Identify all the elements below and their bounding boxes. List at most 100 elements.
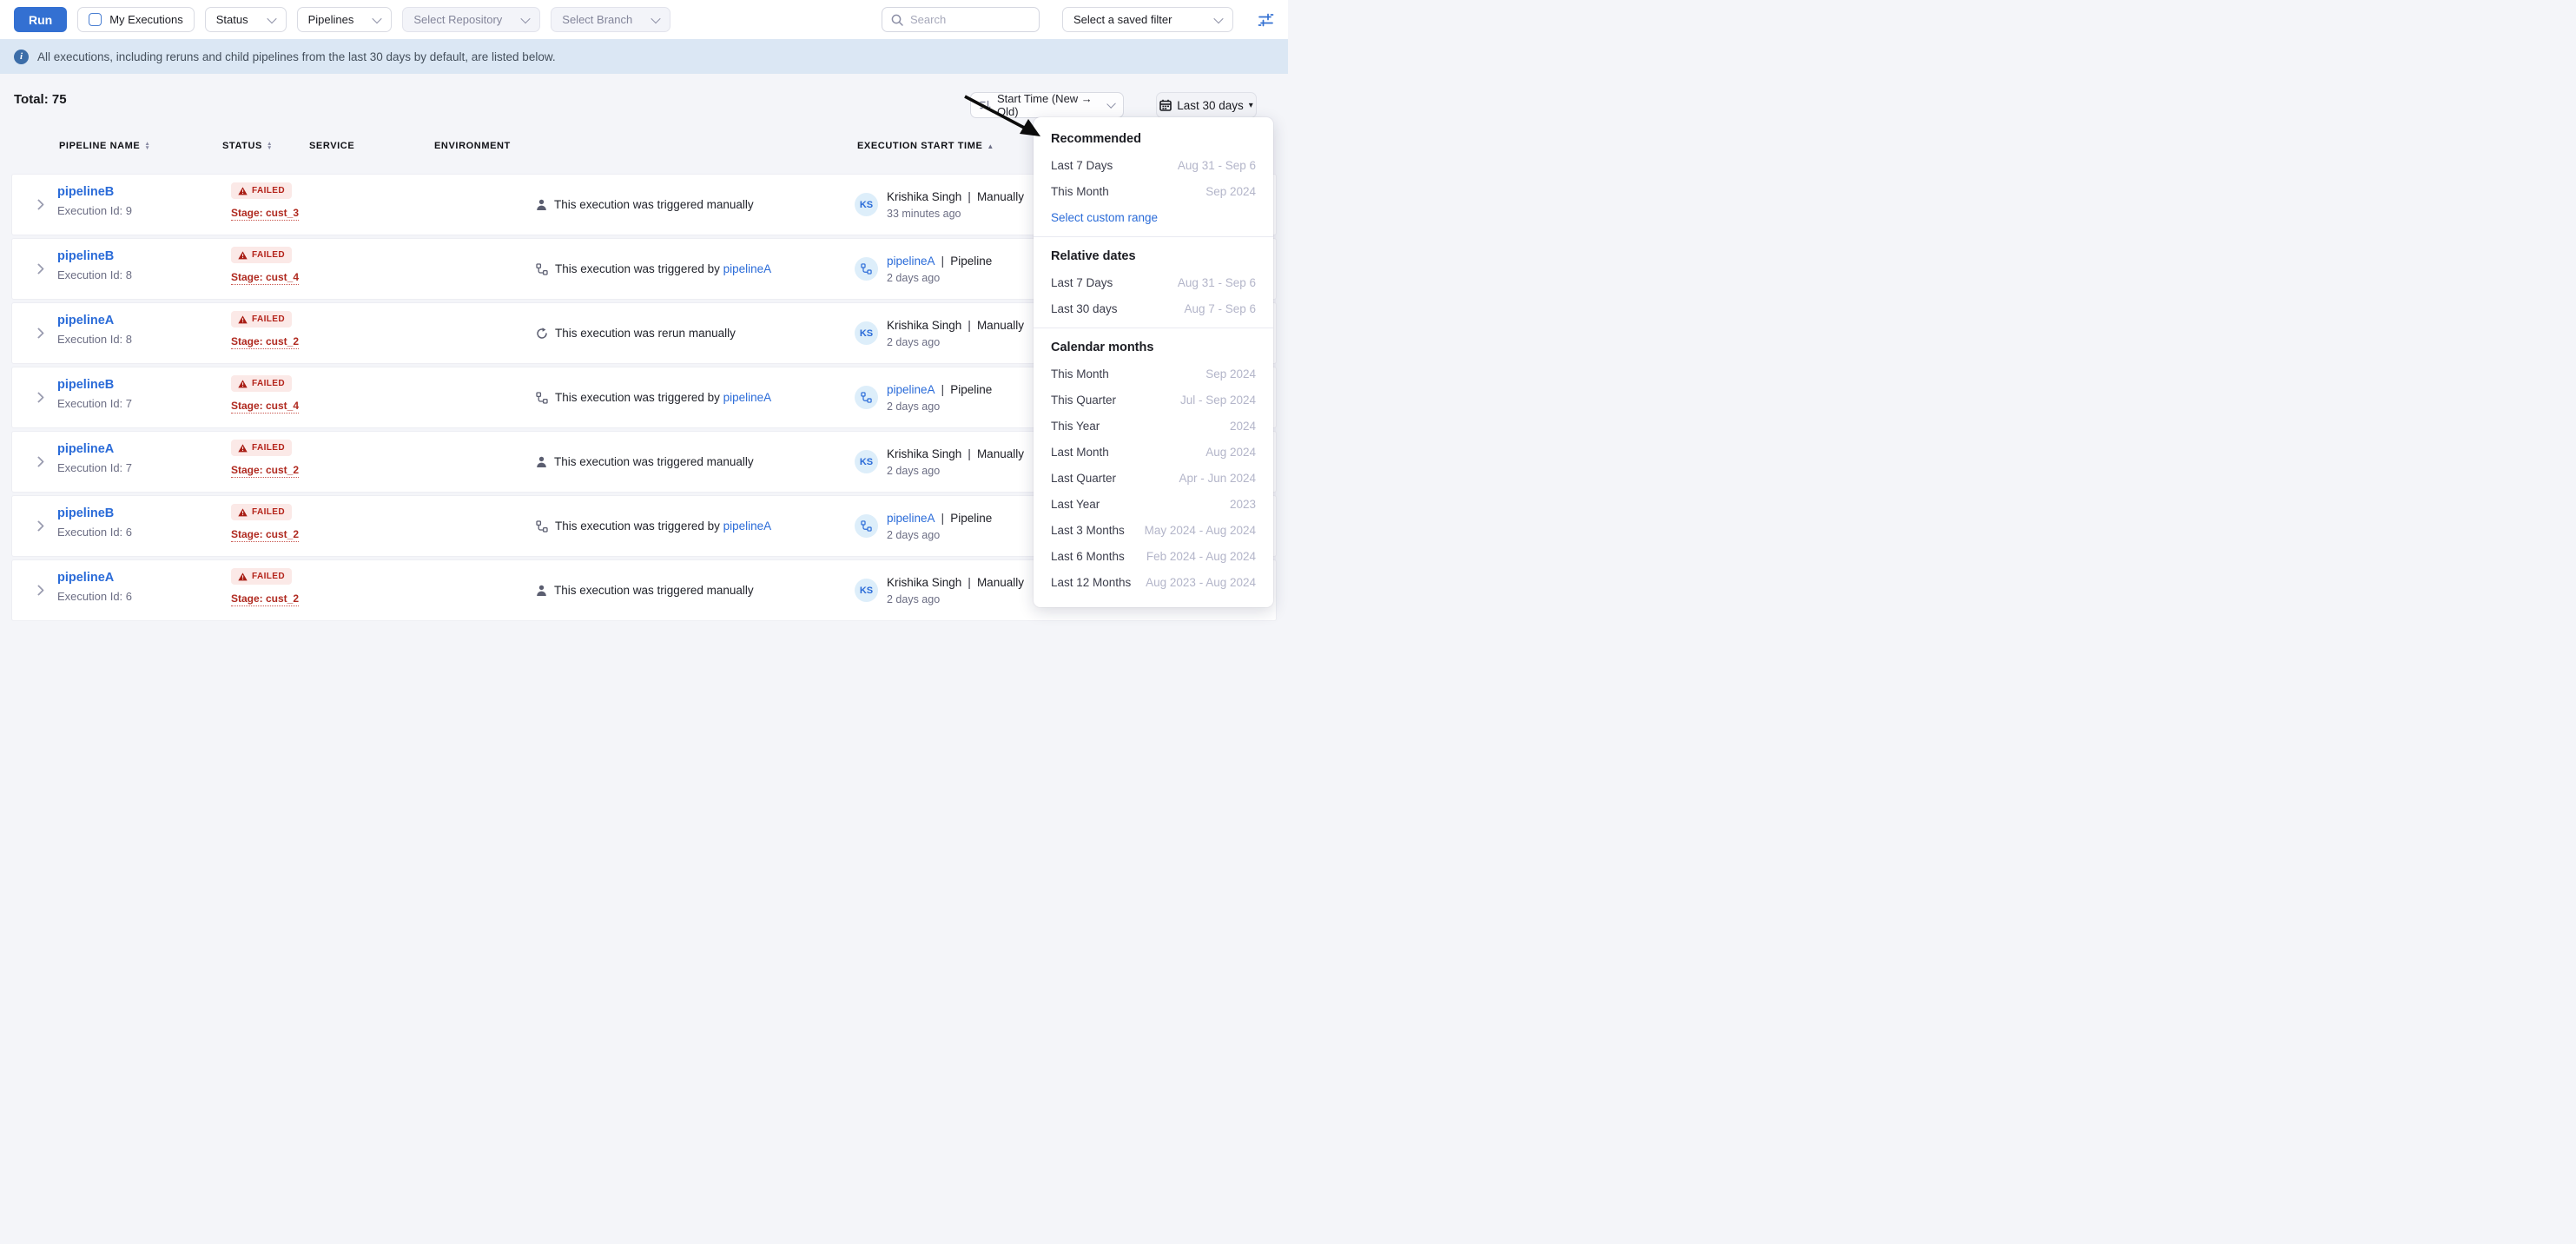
avatar[interactable]: KS bbox=[855, 579, 878, 602]
starter-mode: Manually bbox=[977, 576, 1024, 589]
column-execution-start-time[interactable]: EXECUTION START TIME ▲ bbox=[857, 141, 994, 151]
pipelines-select[interactable]: Pipelines bbox=[297, 7, 393, 32]
stage-link[interactable]: Stage: cust_2 bbox=[231, 528, 299, 542]
date-menu-item[interactable]: This Month Sep 2024 bbox=[1034, 178, 1273, 204]
expand-chevron-icon[interactable] bbox=[33, 392, 44, 403]
person-icon bbox=[536, 199, 547, 211]
pipeline-name-link[interactable]: pipelineB bbox=[57, 506, 114, 520]
date-menu-item-label: This Year bbox=[1051, 420, 1100, 433]
stage-link[interactable]: Stage: cust_4 bbox=[231, 400, 299, 414]
sort-ascending-icon[interactable]: ▲ bbox=[987, 142, 994, 150]
starter-name: pipelineA bbox=[887, 255, 935, 268]
pipeline-avatar-icon bbox=[861, 392, 872, 403]
expand-chevron-icon[interactable] bbox=[33, 263, 44, 275]
execution-time: 2 days ago bbox=[887, 336, 1024, 348]
starter-info: Krishika Singh|Manually bbox=[887, 318, 1024, 332]
starter-info: pipelineA|Pipeline bbox=[887, 382, 992, 396]
stage-link[interactable]: Stage: cust_4 bbox=[231, 271, 299, 285]
pipeline-avatar-icon bbox=[861, 263, 872, 275]
date-menu-item[interactable]: This Month Sep 2024 bbox=[1034, 361, 1273, 387]
avatar[interactable]: KS bbox=[855, 450, 878, 473]
date-menu-item-label: Select custom range bbox=[1051, 211, 1158, 224]
date-menu-item[interactable]: Last Month Aug 2024 bbox=[1034, 439, 1273, 465]
my-executions-checkbox[interactable] bbox=[89, 13, 102, 26]
repository-select[interactable]: Select Repository bbox=[402, 7, 540, 32]
trigger-pipeline-link[interactable]: pipelineA bbox=[723, 391, 772, 404]
date-menu-item[interactable]: Last Year 2023 bbox=[1034, 491, 1273, 517]
chevron-down-icon bbox=[1106, 99, 1116, 109]
pipeline-name-link[interactable]: pipelineB bbox=[57, 249, 114, 263]
warning-icon bbox=[238, 187, 248, 195]
pipeline-trigger-icon bbox=[536, 392, 548, 404]
date-menu-item-label: Last 7 Days bbox=[1051, 159, 1113, 172]
expand-chevron-icon[interactable] bbox=[33, 520, 44, 532]
column-sort-icon[interactable]: ▲▼ bbox=[267, 142, 273, 150]
status-badge: FAILED bbox=[231, 375, 292, 392]
pipeline-name-link[interactable]: pipelineA bbox=[57, 442, 114, 456]
date-menu-item-range: Aug 2023 - Aug 2024 bbox=[1146, 576, 1256, 589]
search-input[interactable] bbox=[910, 13, 1014, 26]
stage-link[interactable]: Stage: cust_2 bbox=[231, 592, 299, 606]
saved-filter-label: Select a saved filter bbox=[1073, 13, 1172, 26]
filter-settings-icon[interactable] bbox=[1258, 12, 1274, 28]
repository-select-label: Select Repository bbox=[413, 13, 502, 26]
trigger-text: This execution was rerun manually bbox=[555, 327, 736, 340]
column-sort-icon[interactable]: ▲▼ bbox=[144, 142, 150, 150]
pipeline-name-link[interactable]: pipelineB bbox=[57, 378, 114, 392]
starter-info: pipelineA|Pipeline bbox=[887, 511, 992, 525]
date-menu-item-label: Last 3 Months bbox=[1051, 524, 1125, 537]
expand-chevron-icon[interactable] bbox=[33, 585, 44, 596]
avatar[interactable] bbox=[855, 386, 878, 409]
chevron-down-icon bbox=[651, 13, 661, 23]
date-menu-item[interactable]: This Year 2024 bbox=[1034, 413, 1273, 439]
expand-chevron-icon[interactable] bbox=[33, 328, 44, 339]
avatar[interactable] bbox=[855, 257, 878, 281]
avatar[interactable]: KS bbox=[855, 321, 878, 345]
date-menu-item-range: Aug 31 - Sep 6 bbox=[1178, 276, 1256, 289]
date-menu-item[interactable]: Last 7 Days Aug 31 - Sep 6 bbox=[1034, 269, 1273, 295]
execution-time: 2 days ago bbox=[887, 529, 992, 541]
pipeline-name-link[interactable]: pipelineA bbox=[57, 314, 114, 328]
date-menu-item-label: This Month bbox=[1051, 367, 1109, 380]
sort-select[interactable]: Start Time (New → Old) bbox=[970, 92, 1124, 118]
date-menu-item[interactable]: Last 30 days Aug 7 - Sep 6 bbox=[1034, 295, 1273, 321]
stage-link[interactable]: Stage: cust_3 bbox=[231, 207, 299, 221]
warning-icon bbox=[238, 444, 248, 453]
date-menu-item[interactable]: Last 3 Months May 2024 - Aug 2024 bbox=[1034, 517, 1273, 543]
date-menu-item[interactable]: Last 7 Days Aug 31 - Sep 6 bbox=[1034, 152, 1273, 178]
expand-chevron-icon[interactable] bbox=[33, 456, 44, 467]
chevron-down-icon bbox=[521, 13, 531, 23]
date-menu-item[interactable]: Select custom range bbox=[1034, 204, 1273, 230]
branch-select[interactable]: Select Branch bbox=[551, 7, 670, 32]
trigger-pipeline-link[interactable]: pipelineA bbox=[723, 519, 772, 533]
expand-chevron-icon[interactable] bbox=[33, 199, 44, 210]
stage-link[interactable]: Stage: cust_2 bbox=[231, 464, 299, 478]
trigger-pipeline-link[interactable]: pipelineA bbox=[723, 262, 772, 275]
execution-time: 2 days ago bbox=[887, 400, 992, 413]
search-box[interactable] bbox=[882, 7, 1040, 32]
pipeline-trigger-icon bbox=[536, 263, 548, 275]
date-menu-item[interactable]: Last Quarter Apr - Jun 2024 bbox=[1034, 465, 1273, 491]
date-range-button[interactable]: Last 30 days ▾ bbox=[1156, 92, 1257, 118]
pipeline-name-link[interactable]: pipelineB bbox=[57, 185, 114, 199]
date-menu-item-label: Last 30 days bbox=[1051, 302, 1118, 315]
date-menu-section-header: Relative dates bbox=[1034, 243, 1273, 269]
date-menu-item-range: Apr - Jun 2024 bbox=[1179, 472, 1256, 485]
run-button[interactable]: Run bbox=[14, 7, 67, 32]
date-menu-item[interactable]: This Quarter Jul - Sep 2024 bbox=[1034, 387, 1273, 413]
date-menu-item[interactable]: Last 12 Months Aug 2023 - Aug 2024 bbox=[1034, 569, 1273, 595]
avatar[interactable]: KS bbox=[855, 193, 878, 216]
starter-info: Krishika Singh|Manually bbox=[887, 575, 1024, 589]
column-status[interactable]: STATUS ▲▼ bbox=[222, 141, 273, 151]
avatar[interactable] bbox=[855, 514, 878, 538]
rerun-icon bbox=[536, 328, 548, 340]
status-select[interactable]: Status bbox=[205, 7, 287, 32]
starter-name: Krishika Singh bbox=[887, 576, 961, 589]
my-executions-toggle[interactable]: My Executions bbox=[77, 7, 195, 32]
date-menu-item[interactable]: Last 6 Months Feb 2024 - Aug 2024 bbox=[1034, 543, 1273, 569]
column-pipeline-name[interactable]: PIPELINE NAME ▲▼ bbox=[59, 141, 150, 151]
saved-filter-select[interactable]: Select a saved filter bbox=[1062, 7, 1233, 32]
execution-id: Execution Id: 9 bbox=[57, 204, 132, 217]
stage-link[interactable]: Stage: cust_2 bbox=[231, 335, 299, 349]
pipeline-name-link[interactable]: pipelineA bbox=[57, 571, 114, 585]
